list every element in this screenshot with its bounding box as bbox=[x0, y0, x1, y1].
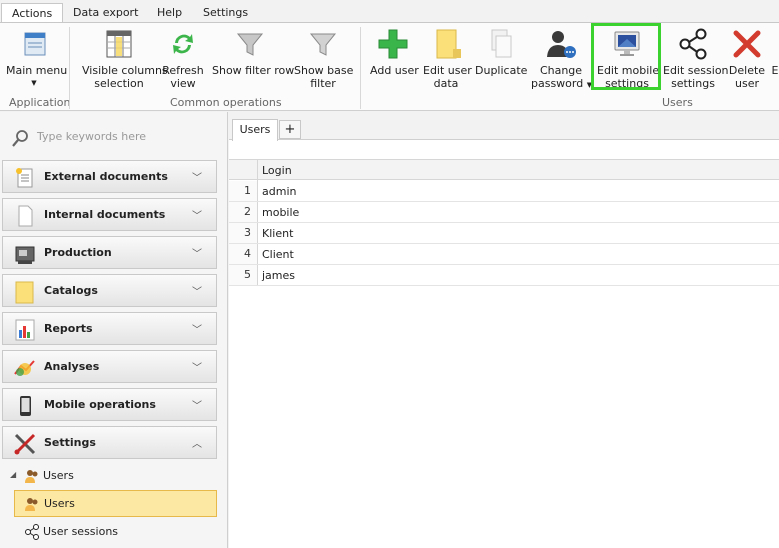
table-row[interactable]: 4 Client bbox=[229, 244, 779, 265]
table-row[interactable]: 5 james bbox=[229, 265, 779, 286]
visible-columns-button[interactable]: Visible columns selection bbox=[82, 27, 168, 95]
show-filter-row-button[interactable]: Show filter row bbox=[212, 27, 294, 95]
base-filter-icon bbox=[294, 27, 352, 61]
column-login[interactable]: Login bbox=[262, 164, 292, 177]
ribbon-separator bbox=[69, 27, 70, 109]
refresh-icon bbox=[161, 27, 205, 61]
chevron-down-icon: ﹀ bbox=[192, 325, 202, 336]
tab-actions[interactable]: Actions bbox=[1, 3, 64, 23]
duplicate-button[interactable]: Duplicate bbox=[475, 27, 527, 95]
chevron-down-icon: ﹀ bbox=[192, 249, 202, 260]
row-number-header bbox=[229, 160, 258, 181]
delete-user-button[interactable]: Delete user bbox=[728, 27, 766, 95]
grid-header: Login bbox=[229, 159, 779, 181]
nav-analyses[interactable]: Analyses ﹀ bbox=[2, 350, 217, 383]
table-row[interactable]: 3 Klient bbox=[229, 223, 779, 244]
chevron-down-icon: ﹀ bbox=[192, 211, 202, 222]
group-label-users: Users bbox=[662, 96, 693, 109]
catalog-icon bbox=[13, 280, 37, 304]
chevron-down-icon: ﹀ bbox=[192, 287, 202, 298]
chevron-down-icon: ﹀ bbox=[192, 401, 202, 412]
main-area: Users + Login 1 admin 2 mobile 3 Klient 4 Cl… bbox=[229, 112, 779, 548]
ribbon: Main menu ▼ Application Visible columns … bbox=[0, 23, 779, 111]
tab-settings[interactable]: Settings bbox=[193, 3, 258, 23]
document-tabs: Users + bbox=[229, 112, 779, 141]
dropdown-arrow-icon: ▼ bbox=[31, 79, 37, 87]
tab-help[interactable]: Help bbox=[147, 3, 192, 23]
tab-data-export[interactable]: Data export bbox=[63, 3, 148, 23]
machine-icon bbox=[13, 242, 37, 264]
delete-x-icon bbox=[728, 27, 766, 61]
folder-icon bbox=[423, 27, 469, 61]
search-placeholder: Type keywords here bbox=[37, 130, 147, 143]
change-password-button[interactable]: Change password ▼ bbox=[531, 27, 592, 95]
group-label-common: Common operations bbox=[170, 96, 282, 109]
navigation-panel: Type keywords here External documents ﹀ … bbox=[0, 112, 228, 548]
document-icon bbox=[13, 204, 37, 227]
chevron-down-icon: ﹀ bbox=[192, 173, 202, 184]
chart-icon bbox=[13, 318, 37, 341]
search-box[interactable]: Type keywords here bbox=[8, 126, 218, 148]
nav-production[interactable]: Production ﹀ bbox=[2, 236, 217, 269]
document-star-icon bbox=[13, 166, 37, 188]
plus-icon bbox=[370, 27, 416, 61]
nav-catalogs[interactable]: Catalogs ﹀ bbox=[2, 274, 217, 307]
menu-bar: Actions Data export Help Settings bbox=[0, 0, 779, 23]
tab-users[interactable]: Users bbox=[232, 119, 278, 141]
table-columns-icon bbox=[82, 27, 156, 61]
refresh-view-button[interactable]: Refresh view bbox=[161, 27, 205, 95]
chevron-up-icon: ︿ bbox=[192, 439, 202, 450]
nav-reports[interactable]: Reports ﹀ bbox=[2, 312, 217, 345]
user-password-icon bbox=[531, 27, 591, 61]
filter-icon bbox=[212, 27, 288, 61]
users-group-icon bbox=[24, 496, 40, 515]
share-nodes-icon bbox=[24, 524, 40, 543]
table-row[interactable]: 1 admin bbox=[229, 181, 779, 202]
nav-settings[interactable]: Settings ︿ bbox=[2, 426, 217, 459]
copy-icon bbox=[475, 27, 525, 61]
main-menu-icon bbox=[6, 27, 62, 61]
search-icon bbox=[10, 128, 30, 151]
chevron-down-icon: ﹀ bbox=[192, 363, 202, 374]
add-tab-button[interactable]: + bbox=[279, 120, 301, 139]
nav-internal-documents[interactable]: Internal documents ﹀ bbox=[2, 198, 217, 231]
overflow-button[interactable]: E bbox=[771, 27, 779, 95]
users-group-icon bbox=[24, 468, 40, 487]
highlight-frame bbox=[591, 23, 661, 90]
main-menu-button[interactable]: Main menu ▼ bbox=[6, 27, 67, 95]
tree-expand-icon: ◢ bbox=[10, 470, 17, 479]
ribbon-separator bbox=[360, 27, 361, 109]
group-label-application: Application bbox=[9, 96, 71, 109]
show-base-filter-button[interactable]: Show base filter bbox=[294, 27, 353, 95]
edit-user-data-button[interactable]: Edit user data bbox=[423, 27, 472, 95]
nav-mobile-operations[interactable]: Mobile operations ﹀ bbox=[2, 388, 217, 421]
share-nodes-icon bbox=[663, 27, 723, 61]
table-row[interactable]: 2 mobile bbox=[229, 202, 779, 223]
add-user-button[interactable]: Add user bbox=[370, 27, 419, 95]
mobile-icon bbox=[13, 394, 37, 416]
tools-icon bbox=[13, 432, 37, 455]
edit-session-settings-button[interactable]: Edit session settings bbox=[663, 27, 729, 95]
analyses-icon bbox=[13, 356, 37, 378]
nav-external-documents[interactable]: External documents ﹀ bbox=[2, 160, 217, 193]
tree-node-users-selected[interactable]: Users bbox=[14, 490, 217, 517]
